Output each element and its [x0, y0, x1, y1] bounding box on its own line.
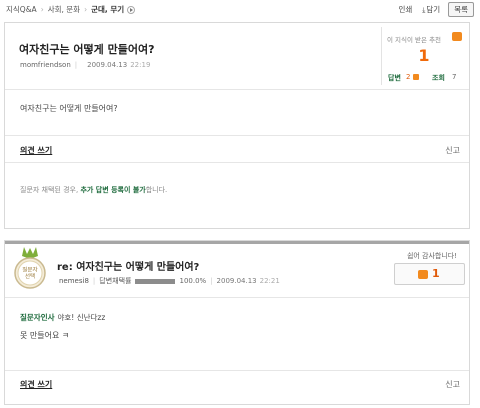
adopt-rate-label: 답변채택률 — [99, 277, 132, 285]
answer-title: re: 여자친구는 어떻게 만들어여? — [57, 262, 200, 273]
thumbs-up-icon — [418, 270, 428, 279]
top-bar: 지식Q&A › 사회, 문화 › 군대, 무기 인쇄 담기 목록 — [0, 0, 480, 18]
answer-author[interactable]: nemesi8 — [59, 277, 89, 285]
views-label: 조회 — [432, 74, 445, 82]
adopt-rate-value: 100.0% — [179, 277, 207, 285]
answer-meta: nemesi8 | 답변채택률 100.0% | 2009.04.13 22:2… — [59, 276, 280, 286]
breadcrumb-item-qna[interactable]: 지식Q&A — [6, 4, 37, 15]
views-count: 7 — [452, 73, 457, 81]
list-button[interactable]: 목록 — [448, 2, 474, 17]
note-suffix: 합니다. — [145, 186, 168, 194]
breadcrumb-separator: › — [84, 5, 88, 14]
category-dropdown-icon[interactable] — [127, 5, 136, 14]
question-title: 여자친구는 어떻게 만들어여? — [19, 43, 155, 56]
answers-label: 답변 — [388, 74, 401, 82]
write-opinion-link[interactable]: 의견 쓰기 — [20, 145, 52, 156]
answer-card: 질문자 선택 re: 여자친구는 어떻게 만들어여? nemesi8 | 답변채… — [4, 240, 470, 405]
thanks-label: 쉽어 감사합니다! — [406, 252, 458, 260]
meta-divider: | — [210, 277, 213, 285]
question-meta: momfriendson | 2009.04.13 22:19 — [20, 61, 150, 69]
divider — [5, 297, 469, 298]
divider — [5, 135, 469, 136]
save-button[interactable]: 담기 — [422, 4, 440, 15]
divider — [5, 89, 469, 90]
divider — [5, 370, 469, 371]
selected-answer-medal-icon: 질문자 선택 — [14, 247, 46, 289]
answer-card-topline — [5, 241, 469, 244]
breadcrumb-separator: › — [40, 5, 44, 14]
answer-time: 22:21 — [259, 277, 280, 285]
question-card: 여자친구는 어떻게 만들어여? momfriendson | 2009.04.13 2… — [4, 22, 470, 229]
answer-icon — [413, 74, 419, 80]
meta-divider: | — [92, 277, 96, 285]
breadcrumb-item-society[interactable]: 사회, 문화 — [48, 4, 80, 15]
report-link[interactable]: 신고 — [445, 145, 460, 156]
breadcrumb: 지식Q&A › 사회, 문화 › 군대, 무기 — [6, 4, 136, 15]
print-button[interactable]: 인쇄 — [398, 4, 412, 15]
answers-count: 2 — [406, 73, 411, 81]
question-time: 22:19 — [130, 61, 151, 69]
report-link[interactable]: 신고 — [445, 379, 460, 390]
question-body: 여자친구는 어떻게 만들어여? — [20, 104, 118, 113]
divider — [5, 162, 469, 163]
asker-greeting: 질문자인사 야호! 신난다zz — [20, 312, 105, 323]
recommend-label: 이 지식이 받은 추천 — [387, 36, 442, 44]
medal-label-line1: 질문자 — [22, 266, 37, 274]
thanks-count: 1 — [432, 267, 440, 280]
greeting-label: 질문자인사 — [20, 313, 55, 322]
greeting-text: 야호! 신난다zz — [57, 313, 106, 322]
question-author[interactable]: momfriendson — [20, 61, 71, 69]
breadcrumb-item-military[interactable]: 군대, 무기 — [91, 4, 124, 15]
medal-label-line2: 선택 — [25, 272, 35, 280]
answer-date: 2009.04.13 — [216, 277, 257, 285]
thumbs-up-icon[interactable] — [452, 32, 462, 41]
adopt-rate-bar — [135, 278, 176, 284]
toolbar: 인쇄 담기 목록 — [388, 2, 474, 17]
note-highlight: 추가 답변 등록이 불가 — [80, 186, 146, 194]
note-prefix: 질문자 채택된 경우, — [20, 186, 79, 194]
answer-restriction-note: 질문자 채택된 경우, 추가 답변 등록이 불가합니다. — [20, 185, 167, 195]
recommend-count: 1 — [418, 46, 430, 65]
recommend-box: 이 지식이 받은 추천 1 답변 2 조회 7 — [381, 27, 465, 85]
write-opinion-link[interactable]: 의견 쓰기 — [20, 379, 52, 390]
meta-divider: | — [74, 61, 78, 69]
answer-body: 못 만들어요 ㅋ — [20, 331, 70, 340]
thanks-button[interactable]: 1 — [394, 263, 465, 285]
question-date: 2009.04.13 — [87, 61, 128, 69]
